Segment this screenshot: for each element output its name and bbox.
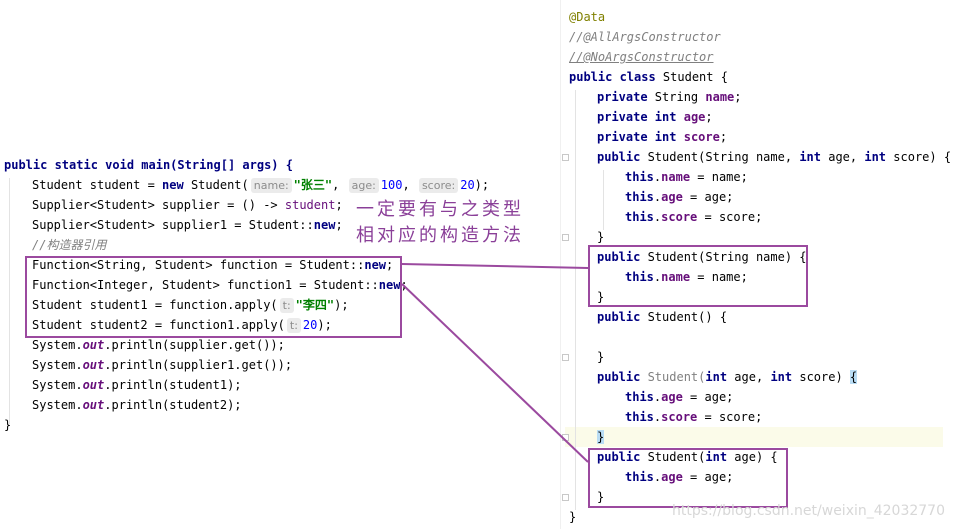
code-line: this.age = age;	[625, 190, 734, 204]
code-line: System.out.println(student2);	[32, 398, 242, 412]
callout-box-right-age	[588, 448, 788, 508]
callout-box-left	[25, 256, 402, 338]
code-line: }	[597, 230, 605, 244]
code-line: private String name;	[597, 90, 742, 104]
code-line: this.score = score;	[625, 210, 763, 224]
code-line: }	[569, 510, 577, 524]
code-line: public Student() {	[597, 310, 728, 324]
code-line: public class Student {	[569, 70, 728, 84]
callout-line-1: 一定要有与之类型	[356, 199, 524, 220]
code-line: this.name = name;	[625, 170, 748, 184]
code-line: public Student(int age, int score) {	[597, 370, 858, 384]
code-comment: //构造器引用	[32, 238, 107, 252]
code-line: this.score = score;	[625, 410, 763, 424]
fold-marker-icon[interactable]	[562, 494, 569, 501]
code-line: System.out.println(supplier.get());	[32, 338, 285, 352]
current-line-highlight	[565, 427, 943, 447]
code-line: Student student = new Student(name: "张三",…	[32, 178, 490, 193]
watermark: https://blog.csdn.net/weixin_42032770	[671, 503, 945, 519]
param-hint: score:	[418, 178, 459, 193]
code-line: System.out.println(student1);	[32, 378, 242, 392]
fold-marker-icon[interactable]	[562, 154, 569, 161]
code-line: private int score;	[597, 130, 728, 144]
code-line: private int age;	[597, 110, 713, 124]
code-line: System.out.println(supplier1.get());	[32, 358, 293, 372]
param-hint: name:	[250, 178, 292, 193]
code-line: //@NoArgsConstructor	[569, 50, 714, 64]
param-hint: age:	[348, 178, 379, 193]
indent-guide	[575, 90, 576, 510]
code-line: }	[4, 418, 12, 432]
fold-marker-icon[interactable]	[562, 234, 569, 241]
code-line: //构造器引用	[32, 235, 106, 255]
fold-marker-icon[interactable]	[562, 434, 569, 441]
method-signature: public static void main(String[] args) {	[4, 158, 293, 172]
code-line: this.age = age;	[625, 390, 734, 404]
code-line: Supplier<Student> supplier = () -> stude…	[32, 198, 343, 212]
code-line: public Student(String name, int age, int…	[597, 150, 952, 164]
editor-divider	[560, 0, 561, 529]
annotation-data: @Data	[569, 10, 606, 24]
code-line: Supplier<Student> supplier1 = Student::n…	[32, 218, 343, 232]
code-line: //@AllArgsConstructor	[569, 30, 721, 44]
code-line: @Data	[569, 7, 605, 27]
fold-marker-icon[interactable]	[562, 354, 569, 361]
indent-guide	[9, 178, 10, 424]
indent-guide	[603, 170, 604, 230]
callout-line-2: 相对应的构造方法	[356, 225, 524, 246]
code-line: }	[597, 350, 605, 364]
code-line: }	[597, 430, 605, 444]
code-line: public static void main(String[] args) {	[4, 155, 293, 175]
callout-box-right-name	[588, 245, 808, 307]
